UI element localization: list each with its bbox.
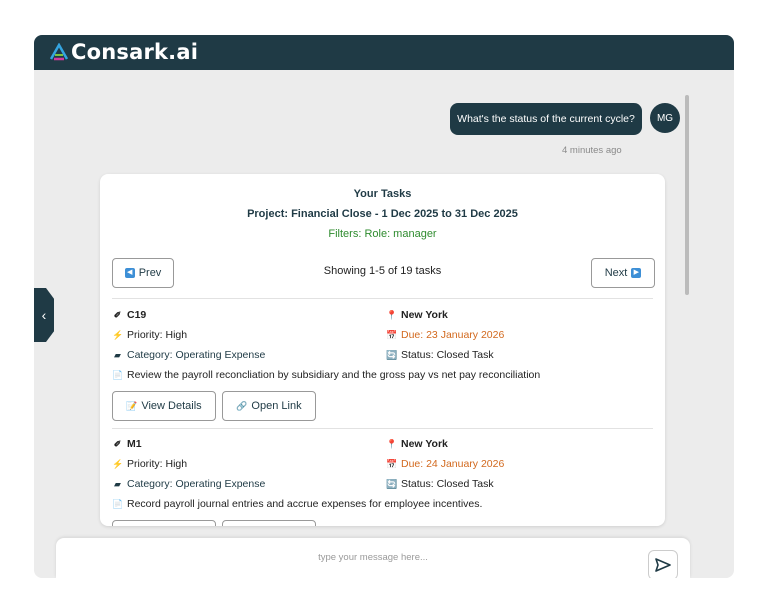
logo-text: Consark.ai: [71, 40, 199, 64]
status-icon: 🔄: [386, 478, 398, 489]
task-location: 📍 New York: [386, 438, 448, 450]
task-description: 📄 Record payroll journal entries and acc…: [112, 498, 483, 510]
open-link-button[interactable]: 🔗 Open Link: [222, 391, 316, 421]
location-pin-icon: 📍: [386, 438, 398, 449]
status-icon: 🔄: [386, 349, 398, 360]
tasks-card: Your Tasks Project: Financial Close - 1 …: [100, 174, 665, 526]
link-icon: 🔗: [236, 400, 248, 411]
task-category: ▰ Category: Operating Expense: [112, 349, 265, 361]
divider: [112, 298, 653, 299]
message-input[interactable]: type your message here...: [56, 552, 690, 563]
calendar-icon: 📅: [386, 329, 398, 340]
location-pin-icon: 📍: [386, 309, 398, 320]
divider: [112, 428, 653, 429]
task-description: 📄 Review the payroll reconcliation by su…: [112, 369, 541, 381]
project-label: Project: Financial Close - 1 Dec 2025 to…: [247, 208, 518, 220]
task-priority: ⚡ Priority: High: [112, 458, 188, 470]
message-input-bar: type your message here...: [56, 538, 690, 578]
view-details-button[interactable]: [112, 520, 216, 526]
folder-icon: ▰: [114, 349, 121, 360]
task-location: 📍 New York: [386, 309, 448, 321]
task-status: 🔄 Status: Closed Task: [386, 478, 494, 490]
chevron-left-icon: ‹: [41, 307, 47, 323]
document-icon: 📄: [112, 369, 124, 380]
card-title: Your Tasks: [353, 188, 412, 200]
logo: Consark.ai: [49, 40, 198, 64]
tag-icon: ✐: [113, 438, 122, 449]
tag-icon: ✐: [113, 309, 122, 320]
collapse-sidebar-button[interactable]: ‹: [34, 288, 54, 342]
open-link-button[interactable]: [222, 520, 316, 526]
lightning-icon: ⚡: [112, 329, 124, 340]
task-priority: ⚡ Priority: High: [112, 329, 188, 341]
next-label: Next: [604, 267, 628, 279]
view-details-button[interactable]: 📝 View Details: [112, 391, 216, 421]
task-id: ✐ C19: [113, 309, 147, 321]
task-status: 🔄 Status: Closed Task: [386, 349, 494, 361]
task-due-date: 📅 Due: 23 January 2026: [386, 329, 505, 341]
pagination-status: Showing 1-5 of 19 tasks: [323, 265, 442, 277]
message-timestamp: 4 minutes ago: [562, 145, 622, 156]
send-button[interactable]: [648, 550, 678, 578]
notepad-icon: 📝: [126, 400, 138, 411]
logo-mark-icon: [49, 43, 69, 61]
app-header: Consark.ai: [34, 35, 734, 70]
document-icon: 📄: [112, 498, 124, 509]
next-button[interactable]: Next ▶: [591, 258, 655, 288]
filters-label: Filters: Role: manager: [328, 228, 437, 240]
scrollbar[interactable]: [685, 95, 689, 295]
user-message-bubble: What's the status of the current cycle?: [450, 103, 642, 135]
chat-window: Consark.ai What's the status of the curr…: [34, 35, 734, 578]
task-id: ✐ M1: [113, 438, 142, 450]
send-icon: [655, 558, 671, 572]
folder-icon: ▰: [114, 478, 121, 489]
lightning-icon: ⚡: [112, 458, 124, 469]
calendar-icon: 📅: [386, 458, 398, 469]
avatar: MG: [650, 103, 680, 133]
task-category: ▰ Category: Operating Expense: [112, 478, 265, 490]
task-due-date: 📅 Due: 24 January 2026: [386, 458, 505, 470]
next-arrow-icon: ▶: [631, 268, 642, 278]
